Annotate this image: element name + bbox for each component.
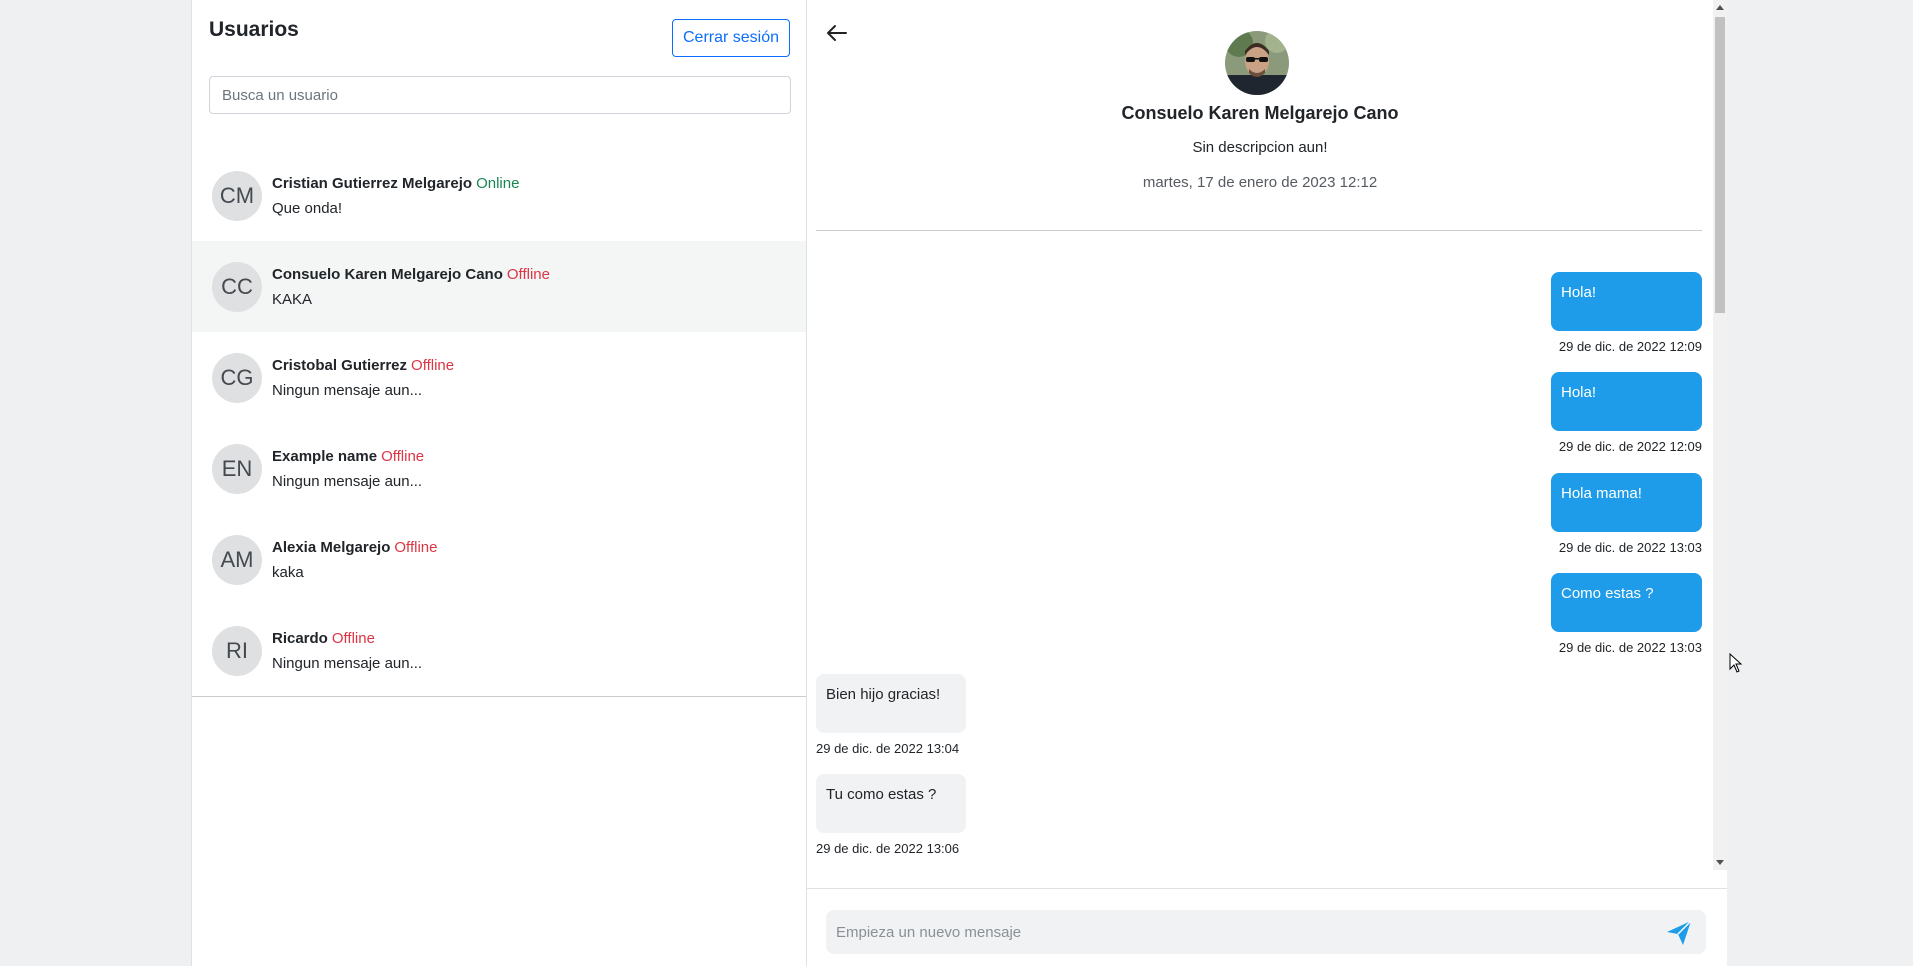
user-last-message: kaka — [272, 563, 304, 581]
user-avatar: AM — [212, 534, 262, 585]
message-list: Hola! 29 de dic. de 2022 12:09 Hola! 29 … — [816, 260, 1702, 870]
contact-avatar — [1225, 31, 1289, 95]
user-list-item[interactable]: EN Example name Offline Ningun mensaje au… — [192, 423, 806, 514]
message-time: 29 de dic. de 2022 13:06 — [816, 841, 960, 856]
sent-message: Hola! 29 de dic. de 2022 12:09 — [1551, 272, 1702, 354]
user-status: Offline — [394, 538, 438, 556]
contact-last-seen: martes, 17 de enero de 2023 12:12 — [1142, 174, 1378, 191]
user-info: Cristian Gutierrez Melgarejo Online Que o… — [272, 175, 519, 217]
message-time: 29 de dic. de 2022 12:09 — [1558, 339, 1702, 354]
user-name: Ricardo — [272, 629, 328, 647]
message-time: 29 de dic. de 2022 12:09 — [1558, 439, 1702, 454]
message-composer — [807, 888, 1727, 966]
message-time: 29 de dic. de 2022 13:03 — [1558, 540, 1702, 555]
user-info: Alexia Melgarejo Offline kaka — [272, 539, 437, 581]
message-time: 29 de dic. de 2022 13:03 — [1558, 640, 1702, 655]
user-name: Consuelo Karen Melgarejo Cano — [272, 265, 503, 283]
user-name: Cristobal Gutierrez — [272, 356, 408, 374]
user-list-item[interactable]: CG Cristobal Gutierrez Offline Ningun men… — [192, 332, 806, 423]
users-panel: Usuarios Cerrar sesión CM Cristian Gutie… — [191, 0, 807, 966]
user-status: Offline — [411, 356, 455, 374]
user-list-item[interactable]: AM Alexia Melgarejo Offline kaka — [192, 514, 806, 605]
user-avatar: EN — [212, 443, 262, 494]
message-bubble: Hola! — [1551, 372, 1702, 431]
users-header: Usuarios Cerrar sesión — [209, 18, 790, 58]
sent-message: Como estas ? 29 de dic. de 2022 13:03 — [1551, 573, 1702, 655]
scroll-up-arrow-icon[interactable] — [1716, 5, 1724, 10]
message-bubble: Como estas ? — [1551, 573, 1702, 632]
user-avatar: CC — [212, 261, 262, 312]
message-time: 29 de dic. de 2022 13:04 — [816, 741, 960, 756]
sent-message: Hola mama! 29 de dic. de 2022 13:03 — [1551, 473, 1702, 555]
user-status: Offline — [331, 629, 375, 647]
scroll-down-arrow-icon[interactable] — [1716, 860, 1724, 865]
user-name: Cristian Gutierrez Melgarejo — [272, 174, 473, 192]
message-input[interactable] — [826, 910, 1706, 954]
user-last-message: Ningun mensaje aun... — [272, 472, 423, 490]
mouse-cursor-icon — [1729, 652, 1743, 678]
user-avatar: RI — [212, 625, 262, 676]
user-info: Consuelo Karen Melgarejo Cano Offline KAK… — [272, 266, 550, 308]
user-status: Offline — [381, 447, 425, 465]
chat-panel: Consuelo Karen Melgarejo Cano Sin descri… — [807, 0, 1727, 966]
user-list-item[interactable]: RI Ricardo Offline Ningun mensaje aun... — [192, 605, 806, 696]
received-message: Bien hijo gracias! 29 de dic. de 2022 13… — [816, 674, 966, 756]
user-status: Online — [476, 174, 520, 192]
chat-app: Usuarios Cerrar sesión CM Cristian Gutie… — [191, 0, 1728, 966]
user-last-message: Ningun mensaje aun... — [272, 654, 423, 672]
logout-button[interactable]: Cerrar sesión — [672, 19, 790, 57]
received-message: Tu como estas ? 29 de dic. de 2022 13:06 — [816, 774, 966, 856]
header-divider — [816, 230, 1702, 231]
user-list-item[interactable]: CM Cristian Gutierrez Melgarejo Online Qu… — [192, 150, 806, 241]
user-search-input[interactable] — [209, 76, 791, 114]
user-avatar: CG — [212, 352, 262, 403]
user-name: Alexia Melgarejo — [272, 538, 391, 556]
sent-message: Hola! 29 de dic. de 2022 12:09 — [1551, 372, 1702, 454]
send-icon[interactable] — [1665, 919, 1693, 947]
message-bubble: Hola! — [1551, 272, 1702, 331]
user-info: Ricardo Offline Ningun mensaje aun... — [272, 630, 422, 672]
users-title: Usuarios — [209, 18, 299, 41]
user-name: Example name — [272, 447, 378, 465]
contact-name: Consuelo Karen Melgarejo Cano — [1121, 103, 1399, 123]
user-info: Example name Offline Ningun mensaje aun..… — [272, 448, 424, 490]
user-info: Cristobal Gutierrez Offline Ningun mensaj… — [272, 357, 454, 399]
user-last-message: Que onda! — [272, 199, 343, 217]
chat-scrollbar[interactable] — [1713, 0, 1727, 870]
user-list: CM Cristian Gutierrez Melgarejo Online Qu… — [192, 150, 806, 697]
contact-description: Sin descripcion aun! — [1192, 139, 1328, 156]
user-list-item-selected[interactable]: CC Consuelo Karen Melgarejo Cano Offline … — [192, 241, 806, 332]
message-bubble: Tu como estas ? — [816, 774, 966, 833]
user-avatar: CM — [212, 170, 262, 221]
scroll-thumb[interactable] — [1715, 17, 1725, 313]
message-bubble: Bien hijo gracias! — [816, 674, 966, 733]
back-arrow-icon[interactable] — [822, 18, 852, 48]
user-last-message: KAKA — [272, 290, 313, 308]
message-bubble: Hola mama! — [1551, 473, 1702, 532]
user-status: Offline — [506, 265, 550, 283]
user-last-message: Ningun mensaje aun... — [272, 381, 423, 399]
